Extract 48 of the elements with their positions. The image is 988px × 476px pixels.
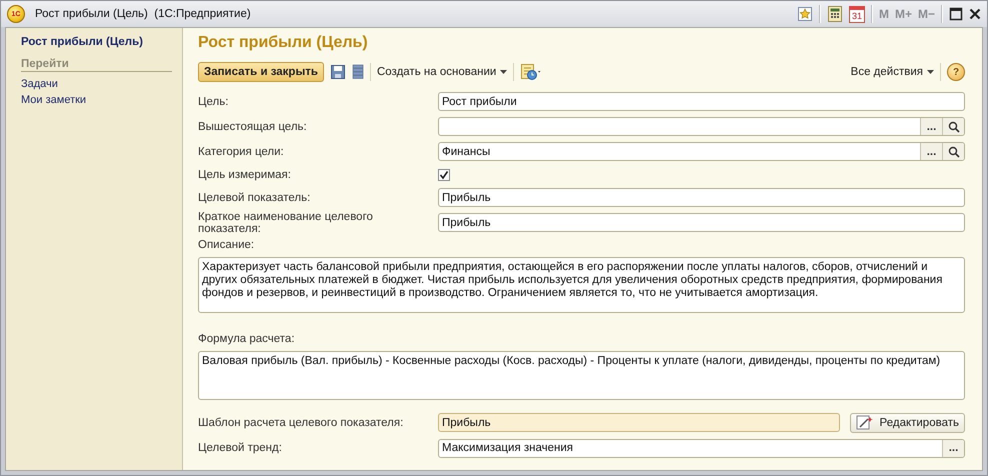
field-label: Вышестоящая цель: <box>198 120 308 132</box>
input-field[interactable]: Прибыль <box>438 188 965 207</box>
field-label: Цель: <box>198 96 230 108</box>
all-actions-menu[interactable]: Все действия <box>850 66 934 78</box>
input-field[interactable]: Максимизация значения ... <box>438 438 965 458</box>
choose-button[interactable]: ... <box>942 440 964 456</box>
search-button[interactable] <box>942 118 964 135</box>
field-label: Краткое наименование целевого показателя: <box>198 210 374 234</box>
list-icon[interactable] <box>352 64 364 80</box>
checkbox[interactable] <box>438 168 450 180</box>
section-header: Перейти <box>21 58 172 72</box>
caret-icon <box>927 70 934 74</box>
input-field[interactable]: Прибыль <box>438 413 840 432</box>
search-icon <box>948 120 960 132</box>
caret-icon <box>500 70 508 74</box>
field-label: Описание: <box>198 238 256 253</box>
field-label: Шаблон расчета целевого показателя: <box>198 416 404 428</box>
edit-button[interactable]: Редактировать <box>850 412 965 432</box>
save-close-button[interactable]: Записать и закрыть <box>198 62 324 82</box>
input-field[interactable]: Финансы ... <box>438 142 965 161</box>
field-label: Целевой показатель: <box>198 192 312 204</box>
text-area[interactable]: Валовая прибыль (Вал. прибыль) - Косвенные расходы (Косв. расходы) - Проценты к уплате (налоги, дивиденды, проценты по кредитам) <box>198 351 965 400</box>
nav-link[interactable]: Мои заметки <box>21 92 172 108</box>
calculator-icon[interactable] <box>826 5 843 23</box>
favorites-icon[interactable] <box>796 6 813 22</box>
field-label: Категория цели: <box>198 146 285 158</box>
window-title: Рост прибыли (Цель) (1С:Предприятие) <box>35 8 251 20</box>
field-label: Цель измеримая: <box>198 168 292 180</box>
choose-button[interactable]: ... <box>920 118 942 135</box>
close-button[interactable] <box>969 8 981 20</box>
input-field[interactable]: ... <box>438 117 965 136</box>
sidebar-title: Рост прибыли (Цель) <box>21 36 144 48</box>
field-label: Формула расчета: <box>198 332 296 347</box>
calendar-icon[interactable]: 31 <box>848 6 865 22</box>
search-button[interactable] <box>942 143 964 160</box>
text-area[interactable]: Характеризует часть балансовой прибыли предприятия, остающейся в его распоряжении после уплаты налогов, сборов, отчислений и других обязательных платежей в бюджет. Чистая прибыль используется для увеличения оборотных средств предприятия, формирования фондов и резервов, и реинвестиций в производство. Ограничением является то, что не учитывается амортизация. <box>198 257 965 313</box>
choose-button[interactable]: ... <box>920 143 942 160</box>
field-label: Целевой тренд: <box>198 442 283 454</box>
create-based-on-menu[interactable]: Создать на основании <box>376 66 508 78</box>
input-field[interactable]: Прибыль <box>438 213 965 232</box>
maximize-button[interactable] <box>949 7 963 21</box>
input-field[interactable]: Рост прибыли <box>438 92 965 111</box>
help-button[interactable]: ? <box>947 63 965 81</box>
nav-link[interactable]: Задачи <box>21 76 172 92</box>
wand-icon <box>856 414 874 430</box>
save-icon[interactable] <box>330 64 346 80</box>
form-title: Рост прибыли (Цель) <box>198 34 369 52</box>
search-icon <box>948 146 960 158</box>
